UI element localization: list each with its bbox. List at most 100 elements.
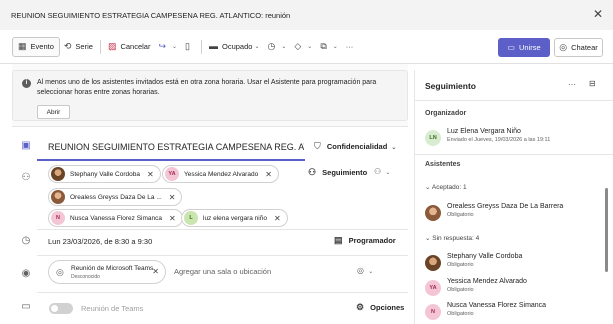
location-settings-icon: ◎ [357, 266, 364, 275]
evento-button[interactable]: ▦ Evento [12, 36, 60, 57]
evento-label: Evento [30, 42, 54, 51]
copy-button[interactable]: ▯ [181, 37, 198, 57]
teams-meeting-toggle[interactable] [49, 303, 73, 314]
serie-button[interactable]: ⟲ Serie [60, 37, 97, 57]
accepted-group-label: Aceptado: 1 [431, 184, 467, 191]
avatar: N [51, 211, 65, 225]
attendee-chip[interactable]: Orealess Greyss Daza De La ... ✕ [48, 188, 183, 206]
avatar: YA [425, 280, 441, 296]
no-response-group-toggle[interactable]: ⌄ Sin respuesta: 4 [425, 234, 479, 242]
serie-label: Serie [75, 42, 93, 51]
tracking-panel-title: Seguimiento [425, 81, 477, 91]
meeting-datetime[interactable]: Lun 23/03/2026, de 8:30 a 9:30 [48, 237, 152, 246]
chevron-down-icon: ⌄ [425, 235, 431, 242]
ocupado-label: Ocupado [222, 42, 253, 51]
apps-icon: ⧉ [320, 41, 327, 51]
attendee-name: Stephany Valle Cordoba [70, 170, 140, 178]
join-button[interactable]: ▭ Unirse [498, 38, 550, 57]
video-icon: ▭ [507, 42, 515, 52]
no-response-attendee: N Nusca Vanessa Florez Simanca Obligator… [425, 302, 600, 324]
organizer-name: Luz Elena Vergara Niño [447, 128, 521, 135]
organizer-entry: LN Luz Elena Vergara Niño Enviado el Jue… [425, 128, 600, 152]
avatar: N [425, 304, 441, 320]
remove-icon[interactable]: ✕ [169, 214, 176, 223]
more-options-button[interactable]: ··· [342, 37, 358, 57]
gear-icon: ⚙ [356, 302, 365, 312]
tracking-button[interactable]: ⚇ Seguimiento [308, 167, 367, 178]
remove-icon[interactable]: ✕ [169, 193, 176, 202]
meeting-window: REUNION SEGUIMIENTO ESTRATEGIA CAMPESENA… [0, 0, 613, 324]
remove-icon[interactable]: ✕ [265, 170, 272, 179]
people-icon: ⚇ [21, 172, 31, 183]
close-icon[interactable]: ✕ [593, 8, 603, 20]
divider [415, 154, 613, 155]
forward-button[interactable]: ↪ ⌄ [154, 37, 181, 57]
reminder-button[interactable]: ◷ ⌄ [263, 37, 290, 57]
attendee-options-button[interactable]: ⚇ ⌄ [374, 167, 390, 176]
no-response-group-label: Sin respuesta: 4 [432, 235, 480, 242]
avatar [51, 167, 65, 181]
attendee-chip[interactable]: YA Yessica Mendez Alvarado ✕ [162, 165, 279, 183]
divider [415, 100, 613, 101]
accepted-attendee: Orealess Greyss Daza De La Barrera Oblig… [425, 203, 600, 227]
attendees-section-label: Asistentes [425, 161, 461, 168]
avatar: YA [165, 167, 179, 181]
remove-icon[interactable]: ✕ [147, 170, 154, 179]
collapse-panel-icon[interactable]: ⊟ [589, 79, 596, 88]
attendee-chip[interactable]: L luz elena vergara niño ✕ [181, 209, 288, 227]
meeting-type-icon: ▣ [21, 140, 31, 151]
attendee-name: Yessica Mendez Alvarado [447, 278, 527, 285]
categorize-button[interactable]: ◇ ⌄ [290, 37, 316, 57]
open-scheduling-assistant-button[interactable]: Abrir [37, 105, 70, 119]
forward-icon: ↪ [158, 41, 167, 51]
scheduling-assistant-button[interactable]: ▤ Programador [334, 235, 396, 246]
divider [37, 255, 408, 256]
attendee-name: Nusca Vanessa Florez Simanca [70, 214, 163, 222]
remove-icon[interactable]: ✕ [274, 214, 281, 223]
meeting-details-panel: i Al menos uno de los asistentes invitad… [12, 64, 408, 324]
avatar [425, 255, 441, 271]
confidentiality-dropdown[interactable]: ⛉ Confidencialidad ⌄ [314, 142, 397, 152]
teams-location-chip[interactable]: ◎ Reunión de Microsoft Teams Desconocido… [48, 260, 166, 284]
meeting-title-field[interactable]: REUNION SEGUIMIENTO ESTRATEGIA CAMPESENA… [37, 135, 305, 161]
attendee-name: Orealess Greyss Daza De La Barrera [447, 203, 564, 210]
calendar-icon: ▦ [18, 41, 27, 51]
panel-scrollbar[interactable] [605, 188, 608, 272]
options-label: Opciones [370, 303, 405, 312]
clock-icon: ◷ [267, 41, 276, 51]
attendee-name: Orealess Greyss Daza De La ... [70, 193, 162, 201]
scheduler-label: Programador [348, 236, 396, 245]
more-icon[interactable]: ··· [568, 80, 576, 89]
tracking-icon: ⚇ [308, 167, 317, 177]
chevron-down-icon: ⌄ [391, 145, 397, 151]
apps-button[interactable]: ⧉ ⌄ [316, 37, 341, 57]
tracking-panel: Seguimiento ··· ⊟ Organizador LN Luz Ele… [414, 70, 613, 324]
busy-status-icon: ▬ [209, 41, 218, 51]
cancelar-button[interactable]: ▨ Cancelar [104, 37, 155, 57]
cancel-calendar-icon: ▨ [107, 41, 117, 51]
scheduler-icon: ▤ [334, 235, 343, 245]
attendee-name: Nusca Vanessa Florez Simanca [447, 302, 547, 309]
confidentiality-label: Confidencialidad [326, 142, 388, 151]
chat-button[interactable]: ◎ Chatear [554, 38, 603, 57]
organizer-section-label: Organizador [425, 110, 467, 117]
attendee-chip[interactable]: Stephany Valle Cordoba ✕ [48, 165, 161, 183]
divider [37, 292, 408, 293]
chat-icon: ◎ [559, 42, 568, 52]
attendee-chip[interactable]: N Nusca Vanessa Florez Simanca ✕ [48, 209, 183, 227]
meeting-options-button[interactable]: ⚙ Opciones [356, 302, 405, 313]
video-icon: ▭ [21, 301, 31, 312]
chevron-down-icon: ⌄ [385, 170, 391, 176]
attendee-role: Obligatorio [447, 262, 474, 268]
chevron-down-icon: ⌄ [332, 44, 338, 50]
avatar: LN [425, 130, 441, 146]
remove-icon[interactable]: ✕ [152, 267, 159, 276]
location-options-button[interactable]: ◎ ⌄ [357, 266, 373, 275]
window-title: REUNION SEGUIMIENTO ESTRATEGIA CAMPESENA… [11, 10, 291, 20]
accepted-group-toggle[interactable]: ⌄ Aceptado: 1 [425, 183, 467, 191]
cancelar-label: Cancelar [120, 42, 151, 51]
ocupado-button[interactable]: ▬ Ocupado ⌄ [205, 37, 263, 57]
avatar: L [184, 211, 198, 225]
location-input[interactable]: Agregar una sala o ubicación [174, 267, 271, 276]
toolbar-divider [201, 39, 202, 54]
